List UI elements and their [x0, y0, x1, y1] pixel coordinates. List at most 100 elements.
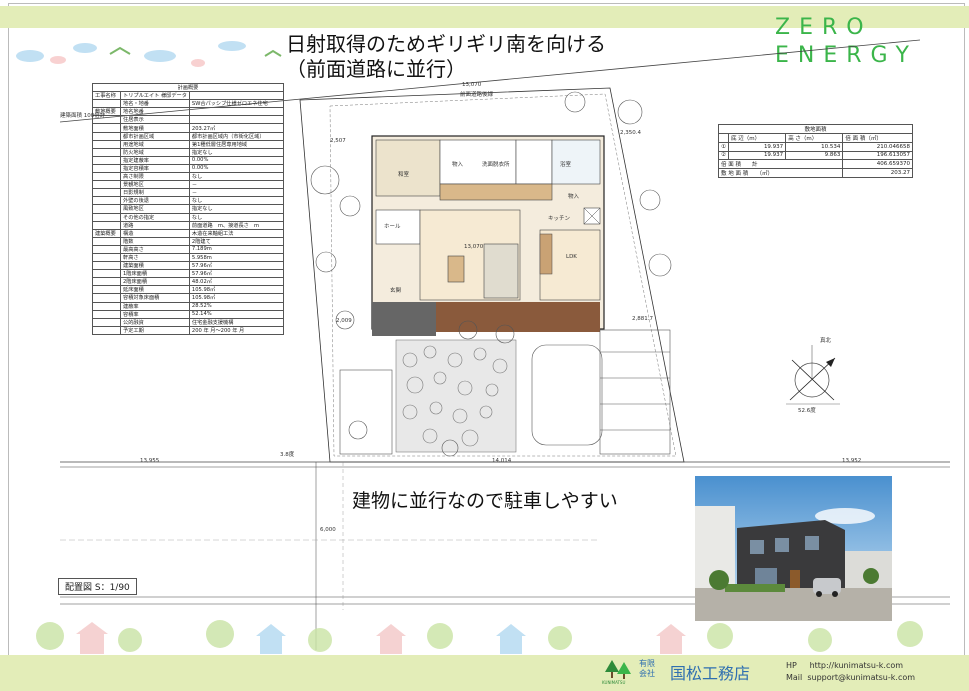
area-title: 敷地面積: [718, 124, 913, 134]
room-label: 物入: [452, 162, 464, 168]
summary-cell: 公的融資: [120, 317, 190, 327]
summary-cell: 住居表示: [120, 115, 190, 125]
table-row: 風致地区 指定なし: [92, 204, 285, 214]
room-label: キッチン: [548, 216, 571, 222]
mail-link[interactable]: support@kunimatsu-k.com: [807, 673, 915, 682]
area-header: 底 辺（m）: [727, 133, 787, 143]
summary-cell: [92, 123, 121, 133]
summary-cell: 2階床面積: [120, 277, 190, 287]
table-row: 敷地概要 地名地番: [92, 107, 285, 117]
dim-top-edge: 13,070: [462, 82, 482, 88]
summary-cell: [92, 236, 121, 246]
summary-cell: [188, 107, 285, 117]
summary-cell: 52.14%: [188, 309, 285, 319]
summary-cell: 容積率: [120, 309, 190, 319]
summary-cell: 48.02㎡: [188, 277, 285, 287]
contact-info: HP http://kunimatsu-k.com Mail support@k…: [786, 660, 915, 684]
summary-cell: [92, 196, 121, 206]
site-area-value: 203.27: [842, 168, 913, 179]
summary-cell: 指定なし: [188, 147, 285, 157]
summary-cell: 建築面積: [120, 261, 190, 271]
summary-cell: 7.189m: [188, 244, 285, 254]
summary-cell: 住宅金融支援機構: [188, 317, 285, 327]
summary-cell: [92, 139, 121, 149]
summary-cell: 用途地域: [120, 139, 190, 149]
area-total-label: 倍 面 積 計: [717, 159, 844, 170]
summary-cell: 防火地域: [120, 147, 190, 157]
house-rendering-image: [695, 476, 892, 621]
summary-cell: 外壁の後退: [120, 196, 190, 206]
table-row: 最高高さ 7.189m: [92, 244, 285, 254]
summary-cell: [92, 269, 121, 279]
bottom-decoration: [36, 620, 923, 654]
summary-cell: [92, 301, 121, 311]
summary-cell: 日影規制: [120, 188, 190, 198]
table-row: ① 19.937 10.534 210.046658: [718, 142, 913, 152]
summary-cell: [92, 261, 121, 271]
dim-road-width: 6,000: [320, 527, 336, 533]
area-header: 倍 面 積（㎡）: [842, 133, 913, 143]
summary-cell: 1階床面積: [120, 269, 190, 279]
dim-top-left: 2,507: [330, 138, 346, 144]
summary-cell: 容積対象床面積: [120, 293, 190, 303]
site-area-label: 敷 地 面 積 （㎡）: [717, 168, 844, 179]
table-row: 敷地面積 203.27㎡: [92, 123, 285, 133]
room-label: 和室: [398, 172, 410, 178]
summary-cell: 105.98㎡: [188, 285, 285, 295]
table-row: 軒高さ 5.958m: [92, 252, 285, 263]
table-row: 指定容積率 0.00%: [92, 163, 285, 174]
summary-cell: なし: [188, 172, 285, 182]
table-row: 用途地域 第1種低層住居専用地域: [92, 139, 285, 149]
table-row: 指定建蔽率 0.00%: [92, 155, 285, 165]
hp-link[interactable]: http://kunimatsu-k.com: [810, 661, 903, 670]
summary-cell: なし: [188, 196, 285, 206]
table-row: 外壁の後退 なし: [92, 196, 285, 206]
dim-bottom-left: 13,955: [140, 458, 160, 464]
area-cell: ②: [718, 150, 729, 161]
summary-cell: 予定工期: [120, 325, 190, 335]
area-cell: 19.937: [727, 142, 787, 152]
logo-text: KUNIMATSU: [602, 680, 626, 685]
table-row: 住居表示: [92, 115, 285, 125]
summary-cell: －: [188, 188, 285, 198]
dim-angle-left: 3.8度: [280, 452, 295, 458]
summary-cell: なし: [188, 212, 285, 222]
summary-cell: [92, 244, 121, 254]
summary-cell: 高さ制限: [120, 172, 190, 182]
table-row: 延床面積 105.98㎡: [92, 285, 285, 295]
summary-cell: 0.00%: [188, 155, 285, 165]
summary-cell: 構造: [120, 228, 190, 238]
table-row: 1階床面積 57.96㎡: [92, 269, 285, 279]
corp-kind: 有限会社: [639, 659, 655, 678]
summary-cell: [92, 325, 121, 335]
area-cell: 196.613057: [842, 150, 913, 161]
summary-cell: 工事名称: [92, 91, 121, 101]
summary-cell: [92, 131, 121, 141]
summary-cell: 指定容積率: [120, 163, 190, 174]
company-name: 国松工務店: [670, 664, 751, 683]
table-row: 道路 前面道路 m、接道長さ m: [92, 220, 285, 230]
table-row: 高さ制限 なし: [92, 172, 285, 182]
summary-cell: [92, 99, 121, 109]
summary-cell: [92, 155, 121, 165]
table-row: 建築概要 構造 木造在来軸組工法: [92, 228, 285, 238]
summary-cell: 軒高さ: [120, 252, 190, 263]
summary-cell: －: [188, 180, 285, 190]
scale-label: 配置図 S：1/90: [58, 578, 137, 595]
summary-cell: トリプルエイト 様邸データ: [120, 91, 190, 101]
road-front-label: 前面道路後緑: [460, 92, 494, 98]
table-row: 容積率 52.14%: [92, 309, 285, 319]
hp-label: HP: [786, 661, 797, 670]
north-angle: 52.6度: [798, 408, 816, 414]
summary-cell: SW合パッシブ仕様ゼロエネ住宅: [188, 99, 285, 109]
dim-bottom-mid: 14,014: [492, 458, 512, 464]
dim-top-right: 2,350.4: [620, 130, 641, 136]
summary-cell: 建築概要: [92, 228, 121, 238]
summary-cell: [92, 277, 121, 287]
dim-bottom-right: 13,952: [842, 458, 862, 464]
summary-cell: 0.00%: [188, 163, 285, 174]
summary-cell: 105.98㎡: [188, 293, 285, 303]
summary-cell: 57.96㎡: [188, 261, 285, 271]
summary-cell: [92, 163, 121, 174]
summary-cell: 階数: [120, 236, 190, 246]
